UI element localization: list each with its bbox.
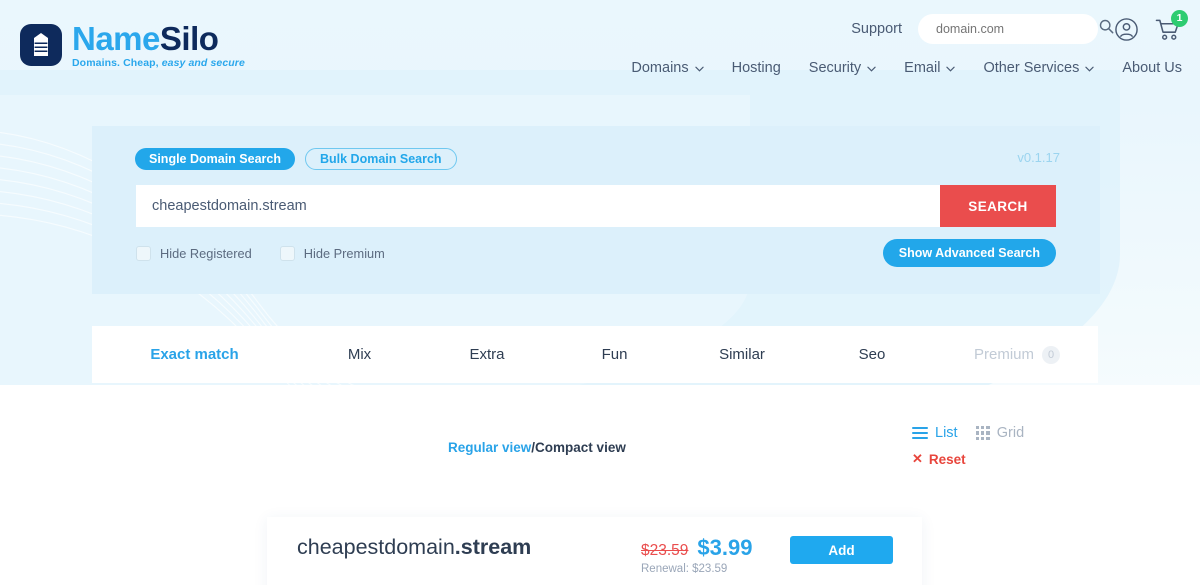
tab-fun[interactable]: Fun: [552, 346, 677, 363]
result-price-block: $23.59 $3.99 Renewal: $23.59: [641, 535, 791, 575]
tab-single-domain-search[interactable]: Single Domain Search: [135, 148, 295, 170]
tab-seo[interactable]: Seo: [807, 346, 937, 363]
close-x-icon: ✕: [912, 451, 923, 466]
view-mode-grid[interactable]: Grid: [975, 425, 1025, 441]
header-search-box[interactable]: [918, 14, 1114, 44]
view-mode-list[interactable]: List: [912, 425, 958, 441]
view-mode-switcher: List Grid: [912, 425, 1024, 441]
tab-label: Premium: [973, 346, 1034, 363]
result-domain-tld: .stream: [454, 535, 532, 559]
domain-result-row: cheapestdomain.stream $23.59 $3.99 Renew…: [267, 517, 922, 585]
view-mode-list-label: List: [935, 425, 958, 441]
result-renewal-price: Renewal: $23.59: [641, 563, 728, 575]
brand-name-part2: Silo: [159, 20, 219, 57]
brand-name: NameSilo: [72, 22, 245, 55]
compact-view-link[interactable]: Compact view: [535, 440, 626, 455]
chevron-down-icon: [1085, 60, 1095, 76]
site-header: NameSilo Domains. Cheap, easy and secure…: [0, 0, 1200, 100]
result-price-current: $3.99: [697, 535, 753, 560]
brand-tagline-italic: easy and secure: [158, 57, 245, 69]
tab-bulk-domain-search[interactable]: Bulk Domain Search: [304, 148, 457, 170]
tab-label: Similar: [719, 346, 765, 363]
nav-item-about-us[interactable]: About Us: [1122, 60, 1182, 76]
tab-label: Extra: [469, 346, 505, 363]
show-advanced-search-button[interactable]: Show Advanced Search: [882, 239, 1056, 267]
reset-button[interactable]: ✕ Reset: [912, 451, 966, 467]
search-form: SEARCH: [136, 185, 1056, 227]
nav-label-email: Email: [904, 60, 941, 76]
chevron-down-icon: [867, 60, 876, 76]
brand-tagline: Domains. Cheap, easy and secure: [72, 58, 245, 69]
silo-icon: [20, 24, 62, 67]
result-category-tabs: Exact match Mix Extra Fun Similar Seo Pr…: [92, 326, 1098, 383]
domain-search-panel: Single Domain Search Bulk Domain Search …: [92, 126, 1100, 294]
search-mode-tabs: Single Domain Search Bulk Domain Search: [135, 148, 457, 170]
domain-search-input[interactable]: [136, 185, 940, 227]
add-to-cart-button[interactable]: Add: [790, 536, 893, 564]
header-utilities: Support domain.com 1: [851, 9, 1188, 44]
shopping-cart-icon[interactable]: 1: [1155, 9, 1188, 42]
tab-label: Exact match: [150, 346, 239, 363]
user-account-icon[interactable]: [1114, 17, 1139, 42]
tab-premium[interactable]: Premium 0: [937, 345, 1097, 364]
checkbox-box[interactable]: [136, 246, 151, 261]
checkbox-label-hide-registered: Hide Registered: [160, 246, 252, 261]
checkbox-label-hide-premium: Hide Premium: [303, 246, 385, 261]
brand-tagline-plain: Domains. Cheap,: [72, 57, 159, 69]
nav-item-email[interactable]: Email: [904, 60, 956, 76]
tab-mix[interactable]: Mix: [297, 346, 422, 363]
brand-text: NameSilo Domains. Cheap, easy and secure: [72, 22, 245, 69]
support-link[interactable]: Support: [851, 21, 902, 37]
tab-label: Seo: [858, 346, 886, 363]
nav-item-other-services[interactable]: Other Services: [983, 60, 1095, 76]
nav-item-domains[interactable]: Domains: [631, 60, 704, 76]
tab-premium-count-badge: 0: [1042, 345, 1060, 364]
nav-label-domains: Domains: [631, 60, 689, 76]
tab-label: Fun: [601, 346, 628, 363]
version-label: v0.1.17: [1017, 150, 1060, 165]
result-domain-sld: cheapestdomain: [297, 535, 455, 559]
checkbox-box[interactable]: [279, 246, 295, 261]
nav-label-hosting: Hosting: [731, 60, 781, 76]
chevron-down-icon: [946, 60, 956, 76]
cart-count-badge: 1: [1171, 9, 1188, 27]
price-line: $23.59 $3.99: [641, 535, 791, 561]
nav-label-about-us: About Us: [1122, 60, 1182, 76]
grid-view-icon: [975, 425, 990, 441]
result-price-original: $23.59: [641, 542, 689, 559]
reset-label: Reset: [928, 451, 966, 467]
view-density-links: Regular view/Compact view: [448, 440, 626, 455]
nav-item-security[interactable]: Security: [809, 60, 876, 76]
regular-view-link[interactable]: Regular view: [448, 440, 531, 455]
search-submit-button[interactable]: SEARCH: [940, 185, 1056, 227]
brand-name-part1: Name: [72, 20, 160, 57]
nav-item-hosting[interactable]: Hosting: [732, 60, 781, 76]
brand-logo[interactable]: NameSilo Domains. Cheap, easy and secure: [20, 22, 245, 69]
chevron-down-icon: [694, 60, 704, 76]
checkbox-hide-registered[interactable]: Hide Registered: [136, 246, 252, 261]
page-root: NameSilo Domains. Cheap, easy and secure…: [0, 0, 1200, 585]
checkbox-hide-premium[interactable]: Hide Premium: [279, 246, 385, 261]
nav-label-other-services: Other Services: [983, 60, 1080, 76]
nav-label-security: Security: [808, 60, 862, 76]
tab-label: Mix: [347, 346, 372, 363]
search-filters: Hide Registered Hide Premium: [136, 246, 385, 261]
view-mode-grid-label: Grid: [996, 425, 1025, 441]
tab-similar[interactable]: Similar: [677, 346, 807, 363]
tab-exact-match[interactable]: Exact match: [92, 346, 297, 363]
main-navigation: Domains Hosting Security Email Other Ser…: [631, 60, 1182, 76]
list-view-icon: [912, 426, 928, 440]
search-icon[interactable]: [1099, 19, 1114, 39]
header-search-input[interactable]: [934, 21, 1099, 37]
result-domain-name: cheapestdomain.stream: [297, 535, 531, 560]
tab-extra[interactable]: Extra: [422, 346, 552, 363]
